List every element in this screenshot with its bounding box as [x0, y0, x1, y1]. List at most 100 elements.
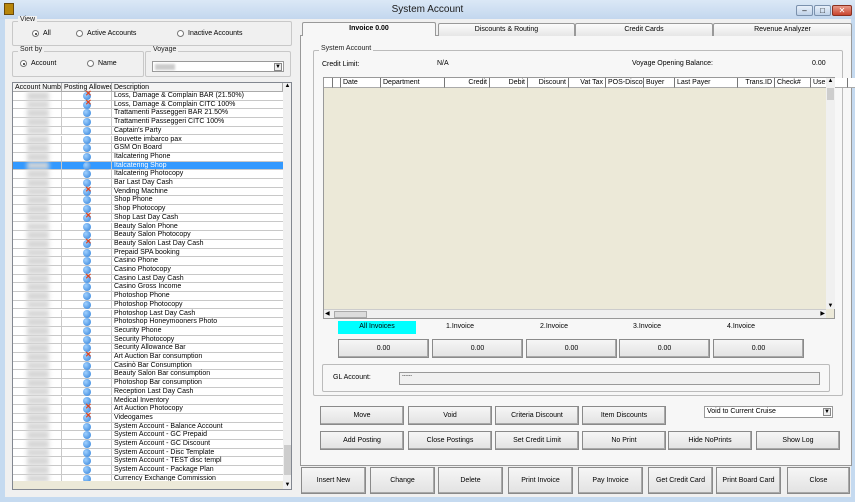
grid-col-header[interactable]: Vat Tax — [569, 78, 606, 88]
scroll-up-icon[interactable]: ▲ — [826, 78, 835, 84]
account-row[interactable]: Captain's Party — [13, 126, 283, 136]
account-row[interactable]: Security Allowance Bar — [13, 344, 283, 353]
account-row[interactable]: Shop Phone — [13, 196, 283, 206]
sort-name-radio[interactable]: Name — [87, 60, 117, 67]
tab-credit-cards[interactable]: Credit Cards — [575, 23, 713, 36]
account-row[interactable]: System Account - TEST disc templ — [13, 457, 283, 467]
grid-col-header[interactable]: Gross — [848, 78, 855, 88]
tab-discounts-routing[interactable]: Discounts & Routing — [438, 23, 575, 36]
account-row[interactable]: System Account - Balance Account — [13, 422, 283, 432]
account-row[interactable]: Casino Phone — [13, 257, 283, 266]
account-row[interactable]: Trattamenti Passeggeri CITC 100% — [13, 118, 283, 127]
scroll-down-icon[interactable]: ▼ — [283, 482, 291, 488]
account-row[interactable]: Beauty Salon Last Day Cash — [13, 238, 283, 249]
minimize-button[interactable]: – — [796, 5, 813, 16]
account-row[interactable]: Photoshop Photocopy — [13, 300, 283, 310]
col-account-number[interactable]: Account Number — [13, 83, 62, 92]
scroll-thumb[interactable] — [334, 311, 367, 318]
change-button[interactable]: Change — [370, 467, 435, 494]
account-row[interactable]: Security Photocopy — [13, 335, 283, 345]
account-row[interactable]: GSM On Board — [13, 144, 283, 153]
invoice-total-button[interactable]: 0.00 — [526, 339, 617, 358]
account-row[interactable]: Security Phone — [13, 326, 283, 336]
account-row[interactable]: System Account - GC Discount — [13, 440, 283, 449]
account-row[interactable]: Photoshop Last Day Cash — [13, 309, 283, 319]
void-option-select[interactable]: Void to Current Cruise ▼ — [704, 406, 833, 418]
chevron-down-icon[interactable]: ▼ — [274, 63, 282, 71]
close-button[interactable]: Close — [787, 467, 850, 494]
voyage-select[interactable]: ▼ — [152, 61, 284, 72]
account-row[interactable]: System Account - Package Plan — [13, 466, 283, 475]
view-active-radio[interactable]: Active Accounts — [76, 30, 136, 37]
chevron-down-icon[interactable]: ▼ — [823, 408, 831, 416]
invoice-tab[interactable]: 3.Invoice — [619, 321, 679, 334]
grid-col-header[interactable]: Debit — [490, 78, 528, 88]
account-row[interactable]: Loss, Damage & Complain BAR (21.50%) — [13, 90, 283, 101]
scroll-left-icon[interactable]: ◀ — [325, 310, 330, 317]
postings-grid[interactable]: Date Department Credit Debit Discount Vat Tax… — [323, 77, 855, 319]
account-row[interactable]: Italcatering Shop — [13, 161, 283, 171]
insert-new-button[interactable]: Insert New — [301, 467, 366, 494]
gl-account-field[interactable]: ------ — [399, 372, 820, 385]
void-button[interactable]: Void — [408, 406, 492, 425]
account-row[interactable]: Prepaid SPA booking — [13, 248, 283, 258]
invoice-total-button[interactable]: 0.00 — [338, 339, 429, 358]
scroll-thumb[interactable] — [827, 88, 834, 100]
account-row[interactable]: Casino Gross Income — [13, 283, 283, 293]
close-postings-button[interactable]: Close Postings — [408, 431, 492, 450]
invoice-tab[interactable]: 2.Invoice — [526, 321, 586, 334]
pay-invoice-button[interactable]: Pay Invoice — [578, 467, 643, 494]
grid-col-header[interactable]: Last Payer — [675, 78, 738, 88]
list-scrollbar[interactable]: ▲ ▼ — [283, 83, 291, 489]
sort-account-radio[interactable]: Account — [20, 60, 56, 67]
invoice-tab[interactable]: 4.Invoice — [713, 321, 773, 334]
account-row[interactable]: System Account - Disc Template — [13, 448, 283, 458]
delete-button[interactable]: Delete — [438, 467, 503, 494]
invoice-tab[interactable]: 1.Invoice — [432, 321, 492, 334]
account-row[interactable]: Videogames — [13, 412, 283, 423]
tab-invoice[interactable]: Invoice 0.00 — [302, 22, 436, 36]
show-log-button[interactable]: Show Log — [756, 431, 840, 450]
account-row[interactable]: Shop Last Day Cash — [13, 212, 283, 223]
account-row[interactable]: System Account - GC Prepaid — [13, 431, 283, 440]
account-row[interactable]: Italcatering Phone — [13, 152, 283, 162]
grid-col-header[interactable]: Buyer — [644, 78, 675, 88]
grid-col-header[interactable]: POS-Discou — [606, 78, 644, 88]
col-description[interactable]: Description — [112, 83, 283, 92]
grid-col-header[interactable] — [333, 78, 341, 88]
account-row[interactable]: Loss, Damage & Complain CITC 100% — [13, 99, 283, 110]
invoice-tab[interactable]: All Invoices — [338, 321, 416, 334]
account-row[interactable]: Vending Machine — [13, 186, 283, 197]
grid-col-header[interactable]: Department — [381, 78, 445, 88]
account-row[interactable]: Art Auction Bar consumption — [13, 351, 283, 362]
grid-col-header[interactable]: Trans.ID — [738, 78, 775, 88]
hide-noprints-button[interactable]: Hide NoPrints — [668, 431, 752, 450]
invoice-total-button[interactable]: 0.00 — [619, 339, 710, 358]
account-row[interactable]: Beauty Salon Photocopy — [13, 231, 283, 240]
account-row[interactable]: Casinò Bar Consumption — [13, 361, 283, 371]
account-row[interactable]: Casino Photocopy — [13, 266, 283, 275]
account-row[interactable]: Bar Last Day Cash — [13, 179, 283, 188]
account-row[interactable]: Beauty Salon Phone — [13, 222, 283, 232]
scroll-thumb[interactable] — [284, 445, 291, 475]
account-row[interactable]: Photoshop Honeymooners Photo — [13, 318, 283, 327]
account-row[interactable]: Shop Photocopy — [13, 205, 283, 214]
account-row[interactable]: Art Auction Photocopy — [13, 403, 283, 414]
grid-col-header[interactable]: Credit — [445, 78, 490, 88]
account-row[interactable]: Photoshop Phone — [13, 292, 283, 301]
tab-revenue-analyzer[interactable]: Revenue Analyzer — [713, 23, 852, 36]
scroll-down-icon[interactable]: ▼ — [826, 303, 835, 309]
invoice-total-button[interactable]: 0.00 — [713, 339, 804, 358]
account-row[interactable]: Medical Inventory — [13, 396, 283, 406]
account-row[interactable]: Reception Last Day Cash — [13, 387, 283, 397]
move-button[interactable]: Move — [320, 406, 404, 425]
view-inactive-radio[interactable]: Inactive Accounts — [177, 30, 242, 37]
maximize-button[interactable]: □ — [814, 5, 831, 16]
grid-col-header[interactable]: Check# — [775, 78, 811, 88]
grid-hscroll[interactable]: ◀ ▶ — [324, 309, 826, 318]
no-print-button[interactable]: No Print — [582, 431, 666, 450]
criteria-discount-button[interactable]: Criteria Discount — [495, 406, 579, 425]
account-row[interactable]: Bouvette imbarco pax — [13, 135, 283, 145]
invoice-total-button[interactable]: 0.00 — [432, 339, 523, 358]
scroll-up-icon[interactable]: ▲ — [283, 83, 291, 89]
